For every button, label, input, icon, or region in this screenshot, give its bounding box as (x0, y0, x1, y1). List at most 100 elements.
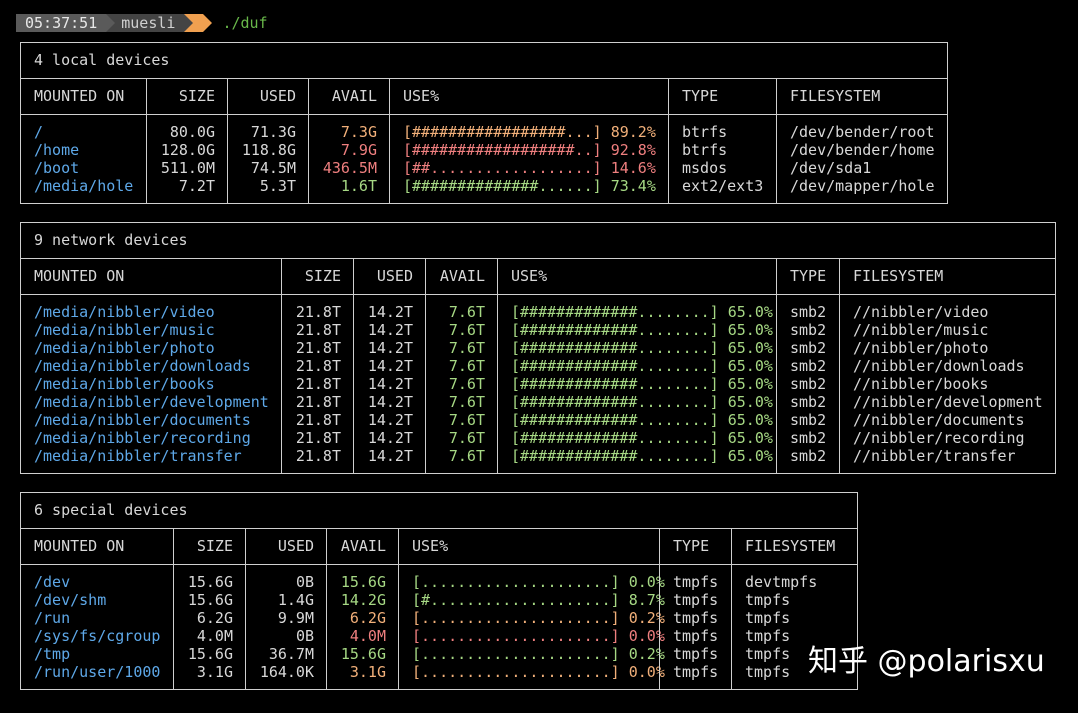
cell-used: 14.2T (367, 339, 413, 357)
column-header-mounted-on[interactable]: MOUNTED ON (34, 537, 124, 555)
usage-percent: 92.8% (610, 141, 656, 159)
cell-fs: tmpfs (745, 645, 791, 663)
mount-point[interactable]: /media/nibbler/development (34, 393, 269, 411)
cell-type: smb2 (790, 303, 827, 321)
cell-fs: //nibbler/photo (853, 339, 989, 357)
column-header-filesystem[interactable]: FILESYSTEM (853, 267, 943, 285)
cell-avail: 7.6T (448, 357, 485, 375)
column-header-used[interactable]: USED (354, 267, 413, 285)
cell-size: 21.8T (295, 357, 341, 375)
column-header-type[interactable]: TYPE (682, 87, 718, 105)
cell-type: tmpfs (673, 663, 719, 681)
column-divider (731, 528, 732, 689)
cell-fs: /dev/bender/home (790, 141, 935, 159)
usage-bar-graph: [.....................] (412, 573, 620, 591)
mount-point[interactable]: / (34, 123, 43, 141)
column-header-avail[interactable]: AVAIL (309, 87, 377, 105)
cell-fs: tmpfs (745, 591, 791, 609)
cell-used: 118.8G (241, 141, 296, 159)
usage-bar-graph: [#############........] (511, 357, 719, 375)
usage-bar: [.....................] 0.0% (412, 627, 665, 645)
prompt-directory-segment (193, 14, 204, 32)
usage-bar-graph: [#############........] (511, 303, 719, 321)
mount-point[interactable]: /media/nibbler/recording (34, 429, 251, 447)
device-table: 6 special devices MOUNTED ON/dev/dev/shm /… (20, 492, 858, 690)
cell-type: smb2 (790, 393, 827, 411)
usage-bar: [#....................] 8.7% (412, 591, 665, 609)
mount-point[interactable]: /media/nibbler/downloads (34, 357, 251, 375)
device-table: 9 network devices MOUNTED ON/media/nibble… (20, 222, 1056, 474)
mount-point[interactable]: /media/nibbler/photo (34, 339, 215, 357)
cell-size: 7.2T (178, 177, 215, 195)
mount-point[interactable]: /boot (34, 159, 79, 177)
cell-size: 21.8T (295, 321, 341, 339)
column-header-type[interactable]: TYPE (673, 537, 709, 555)
prompt-separator-icon (184, 14, 194, 32)
cell-used: 74.5M (250, 159, 296, 177)
cell-type: tmpfs (673, 645, 719, 663)
usage-bar: [#############........] 65.0% (511, 411, 773, 429)
prompt-command[interactable]: ./duf (222, 14, 267, 32)
column-header-used[interactable]: USED (228, 87, 296, 105)
mount-point[interactable]: /tmp (34, 645, 70, 663)
column-header-size[interactable]: SIZE (147, 87, 215, 105)
usage-bar: [#############........] 65.0% (511, 303, 773, 321)
column-header-filesystem[interactable]: FILESYSTEM (745, 537, 835, 555)
usage-bar-graph: [#############........] (511, 429, 719, 447)
column-header-use[interactable]: USE% (511, 267, 547, 285)
cell-avail: 7.9G (340, 141, 377, 159)
usage-bar: [##..................] 14.6% (403, 159, 656, 177)
cell-size: 128.0G (160, 141, 215, 159)
prompt-time: 05:37:51 (16, 14, 107, 32)
table-title: 6 special devices (34, 501, 188, 519)
usage-percent: 73.4% (610, 177, 656, 195)
cell-size: 4.0M (196, 627, 233, 645)
usage-bar-graph: [#############........] (511, 339, 719, 357)
mount-point[interactable]: /sys/fs/cgroup (34, 627, 160, 645)
column-divider (839, 258, 840, 473)
column-header-type[interactable]: TYPE (790, 267, 826, 285)
column-header-use[interactable]: USE% (403, 87, 439, 105)
column-header-use[interactable]: USE% (412, 537, 448, 555)
usage-bar: [#############........] 65.0% (511, 447, 773, 465)
usage-bar: [#############........] 65.0% (511, 429, 773, 447)
mount-point[interactable]: /media/nibbler/video (34, 303, 215, 321)
column-header-avail[interactable]: AVAIL (327, 537, 386, 555)
column-header-used[interactable]: USED (246, 537, 314, 555)
column-header-mounted-on[interactable]: MOUNTED ON (34, 87, 124, 105)
cell-fs: //nibbler/music (853, 321, 989, 339)
cell-size: 15.6G (187, 573, 233, 591)
cell-type: ext2/ext3 (682, 177, 764, 195)
table-divider (21, 258, 1055, 259)
column-header-avail[interactable]: AVAIL (426, 267, 485, 285)
cell-used: 14.2T (367, 357, 413, 375)
mount-point[interactable]: /media/nibbler/documents (34, 411, 251, 429)
cell-fs: //nibbler/books (853, 375, 989, 393)
mount-point[interactable]: /dev (34, 573, 70, 591)
mount-point[interactable]: /media/nibbler/books (34, 375, 215, 393)
cell-size: 21.8T (295, 375, 341, 393)
mount-point[interactable]: /home (34, 141, 79, 159)
cell-avail: 7.6T (448, 303, 485, 321)
prompt-separator-icon (106, 14, 116, 32)
column-header-filesystem[interactable]: FILESYSTEM (790, 87, 880, 105)
mount-point[interactable]: /dev/shm (34, 591, 106, 609)
column-header-size[interactable]: SIZE (174, 537, 233, 555)
cell-used: 0B (295, 627, 314, 645)
column-header-size[interactable]: SIZE (282, 267, 341, 285)
usage-bar-graph: [#############........] (511, 447, 719, 465)
cell-used: 9.9M (277, 609, 314, 627)
cell-avail: 7.6T (448, 411, 485, 429)
mount-point[interactable]: /media/hole (34, 177, 133, 195)
usage-percent: 65.0% (727, 429, 773, 447)
column-header-mounted-on[interactable]: MOUNTED ON (34, 267, 124, 285)
usage-percent: 89.2% (610, 123, 656, 141)
mount-point[interactable]: /run (34, 609, 70, 627)
mount-point[interactable]: /media/nibbler/music (34, 321, 215, 339)
cell-type: smb2 (790, 447, 827, 465)
mount-point[interactable]: /run/user/1000 (34, 663, 160, 681)
cell-avail: 7.6T (448, 447, 485, 465)
cell-avail: 7.6T (448, 375, 485, 393)
cell-fs: devtmpfs (745, 573, 818, 591)
mount-point[interactable]: /media/nibbler/transfer (34, 447, 242, 465)
